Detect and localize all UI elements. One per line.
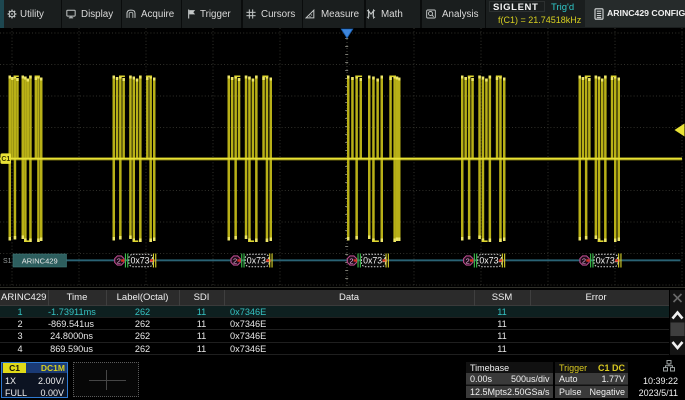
svg-text:C1: C1 [1,156,10,163]
svg-text:2: 2 [349,257,353,266]
svg-text:ARINC429: ARINC429 [22,257,58,266]
svg-text:2: 2 [233,257,237,266]
svg-text:2: 2 [582,257,586,266]
svg-text:2: 2 [117,257,121,266]
svg-text:S1: S1 [3,258,12,265]
svg-text:2: 2 [466,257,470,266]
